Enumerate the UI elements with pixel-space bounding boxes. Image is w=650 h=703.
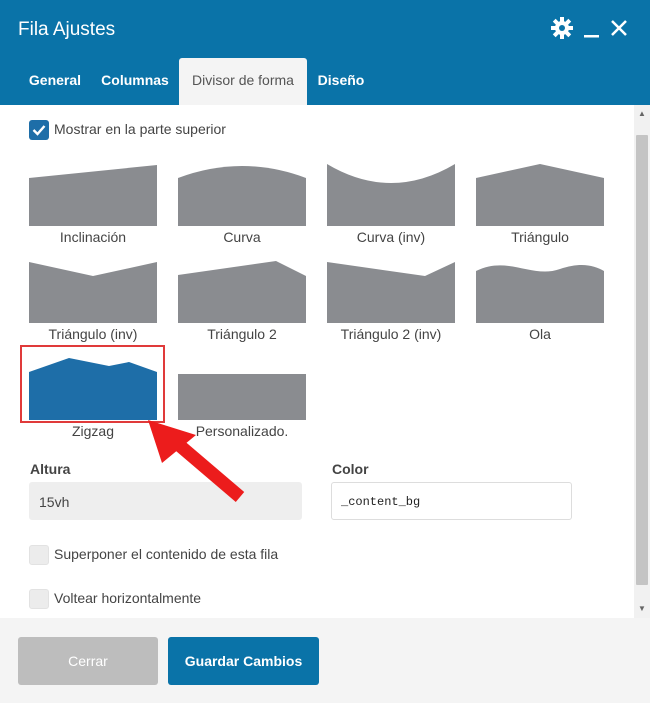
overlap-label: Superponer el contenido de esta fila [54, 546, 279, 562]
tab-columnas[interactable]: Columnas [96, 58, 174, 105]
scroll-thumb[interactable] [636, 135, 648, 585]
annotation-arrow-icon [148, 420, 245, 502]
scroll-up-arrow-icon[interactable]: ▲ [634, 107, 650, 121]
tab-general[interactable]: General [18, 58, 92, 105]
triangulo-inv-icon [29, 262, 157, 323]
shape-label: Triángulo 2 [207, 326, 277, 342]
overlap-checkbox[interactable] [29, 545, 49, 565]
show-top-label: Mostrar en la parte superior [54, 121, 226, 137]
footer: Cerrar Guardar Cambios [0, 618, 650, 703]
inclinacion-icon [29, 165, 157, 226]
color-label: Color [332, 461, 369, 477]
tab-diseno[interactable]: Diseño [311, 58, 371, 105]
shape-option-triangulo-2[interactable]: Triángulo 2 [167, 257, 317, 347]
shape-label: Curva (inv) [356, 229, 426, 245]
shape-option-curva-inv[interactable]: Curva (inv) [316, 160, 466, 250]
triangulo-2-icon [178, 261, 306, 323]
show-top-checkbox[interactable] [29, 120, 49, 140]
save-changes-button[interactable]: Guardar Cambios [168, 637, 319, 685]
personalizado-icon [178, 374, 306, 420]
curva-inv-icon [327, 164, 455, 226]
triangulo-2-inv-icon [327, 262, 455, 323]
gear-icon[interactable] [548, 14, 576, 42]
height-label: Altura [30, 461, 71, 477]
shape-label: Ola [529, 326, 551, 342]
selected-highlight-box [20, 345, 165, 423]
shape-option-inclinacion[interactable]: Inclinación [18, 160, 168, 250]
color-input[interactable]: _content_bg [331, 482, 572, 520]
shape-label: Triángulo [511, 229, 569, 245]
scrollbar[interactable]: ▲ ▼ [634, 105, 650, 618]
triangulo-icon [476, 164, 604, 226]
close-button[interactable]: Cerrar [18, 637, 158, 685]
title-bar: Fila Ajustes General Columnas Divisor de… [0, 0, 650, 105]
shape-option-triangulo[interactable]: Triángulo [465, 160, 615, 250]
shape-label: Inclinación [59, 229, 127, 245]
shape-option-curva[interactable]: Curva [167, 160, 317, 250]
scroll-down-arrow-icon[interactable]: ▼ [634, 602, 650, 616]
shape-option-triangulo-inv[interactable]: Triángulo (inv) [18, 257, 168, 347]
flip-label: Voltear horizontalmente [54, 590, 202, 606]
shape-label: Triángulo 2 (inv) [340, 326, 442, 342]
ola-icon [476, 264, 604, 323]
shape-label: Curva [223, 229, 261, 245]
minimize-icon[interactable] [578, 14, 606, 42]
tab-divisor-de-forma[interactable]: Divisor de forma [179, 58, 307, 105]
window-title: Fila Ajustes [18, 19, 116, 40]
shape-option-ola[interactable]: Ola [465, 257, 615, 347]
curva-icon [178, 166, 306, 226]
close-icon[interactable] [605, 14, 633, 42]
shape-option-triangulo-2-inv[interactable]: Triángulo 2 (inv) [316, 257, 466, 347]
shape-label: Triángulo (inv) [48, 326, 138, 342]
flip-checkbox[interactable] [29, 589, 49, 609]
